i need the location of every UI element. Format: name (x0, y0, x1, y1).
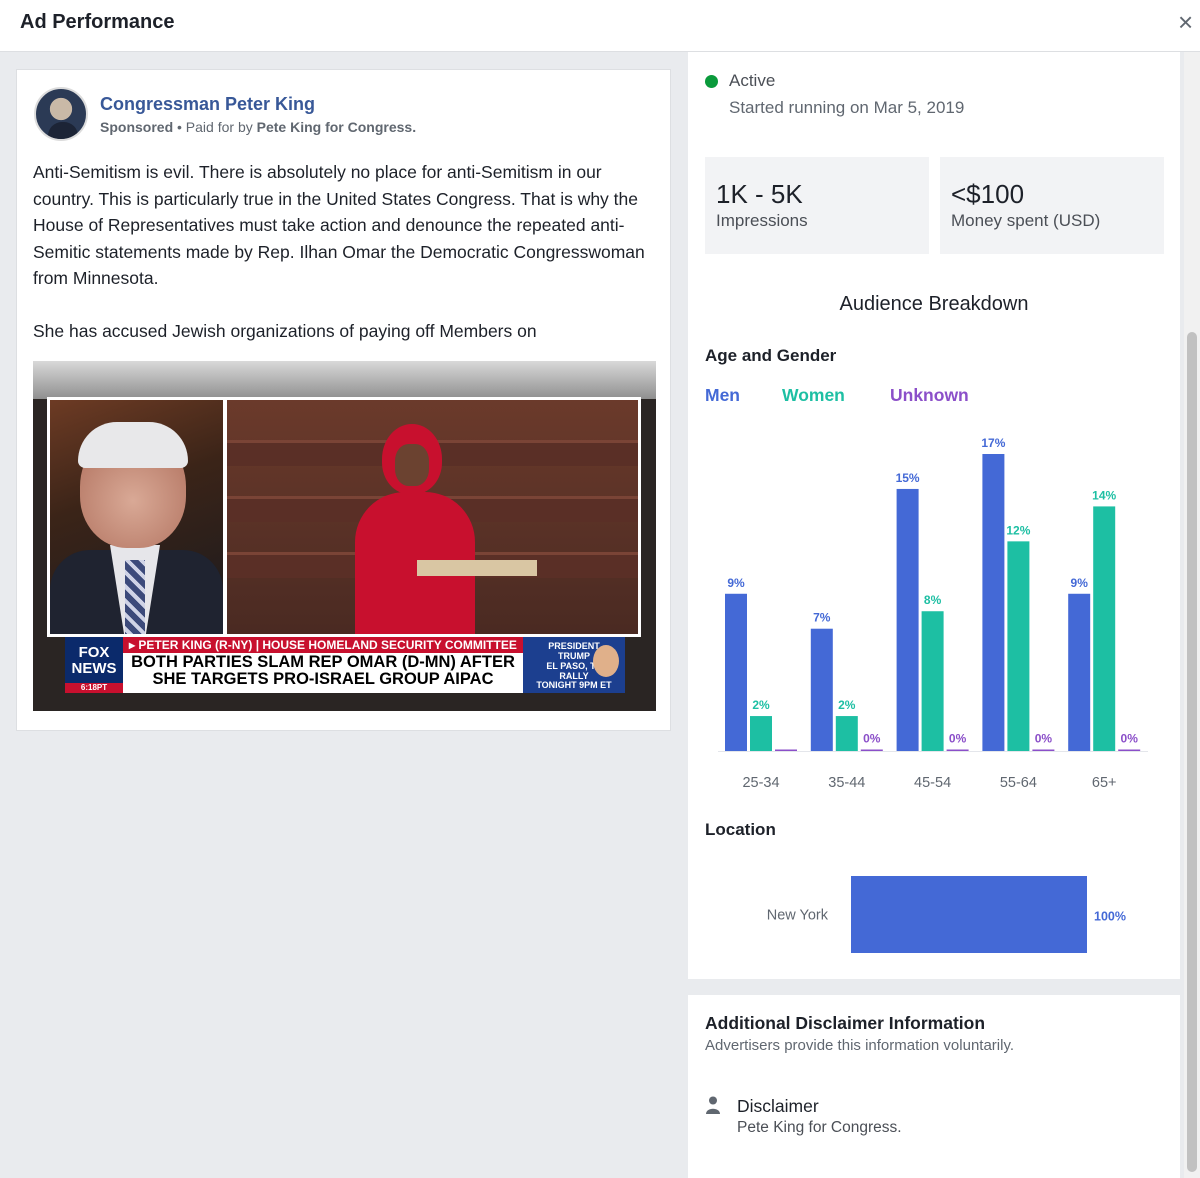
logo-line: FOX (78, 644, 110, 661)
scrollbar-thumb[interactable] (1187, 332, 1197, 1172)
bar-value-label: 8% (924, 593, 942, 607)
bar-value-label: 9% (1071, 576, 1089, 590)
promo-face (593, 645, 619, 677)
impressions-value: 1K - 5K (716, 179, 803, 209)
x-tick-label: 65+ (1092, 775, 1117, 791)
ad-preview-card: Congressman Peter King Sponsored • Paid … (16, 69, 671, 731)
bar-value-label: 0% (863, 732, 881, 746)
bar-men-45-54 (896, 488, 919, 751)
fox-news-logo: FOX NEWS 6:18PT (65, 637, 123, 693)
bar-men-65+ (1068, 593, 1091, 751)
bar-value-label: 0% (949, 732, 967, 746)
ad-paragraph: Anti-Semitism is evil. There is absolute… (33, 162, 645, 288)
bar-value-label: 2% (838, 698, 856, 712)
start-date: Started running on Mar 5, 2019 (729, 98, 965, 117)
bar-unknown-35-44 (860, 749, 883, 751)
modal-header: Ad Performance × (0, 0, 1200, 52)
avatar[interactable] (34, 87, 88, 141)
bar-men-25-34 (725, 593, 747, 751)
bar-unknown-25-34 (775, 749, 797, 751)
status-label: Active (729, 71, 776, 90)
video-figure-tie (125, 560, 145, 634)
age-gender-chart: 9% 2% 25-34 7% 2% 0% 35-44 15% 8% 0% 45-54 17% 12% 0%… (688, 420, 1180, 800)
impressions-card: 1K - 5K Impressions (705, 157, 929, 254)
scrollbar[interactable] (1184, 52, 1200, 1178)
video-headline: BOTH PARTIES SLAM REP OMAR (D-MN) AFTER … (131, 653, 515, 688)
location-bar (851, 876, 1087, 953)
logo-time: 6:18PT (65, 683, 123, 693)
bar-value-label: 15% (896, 471, 920, 485)
location-value-label: 100% (1094, 910, 1126, 924)
bar-value-label: 0% (1035, 732, 1053, 746)
legend-women[interactable]: Women (782, 385, 845, 406)
spend-label: Money spent (USD) (951, 211, 1101, 230)
promo-time: TONIGHT 9PM ET (536, 680, 612, 690)
bar-women-25-34 (750, 716, 772, 751)
page-name-link[interactable]: Congressman Peter King (100, 94, 315, 115)
bar-value-label: 2% (752, 698, 770, 712)
bar-women-45-54 (921, 611, 944, 751)
location-title: Location (705, 820, 776, 839)
status-dot-icon (705, 75, 718, 88)
video-ceiling (33, 361, 656, 399)
ad-video-thumbnail[interactable]: FOX NEWS 6:18PT ▸ PETER KING (R-NY) | HO… (33, 361, 656, 711)
close-icon[interactable]: × (1178, 8, 1200, 36)
bar-value-label: 12% (1006, 523, 1030, 537)
ad-paragraph: She has accused Jewish organizations of … (33, 320, 537, 341)
bar-value-label: 7% (813, 611, 831, 625)
bar-unknown-55-64 (1032, 749, 1055, 751)
video-name-bar: ▸ PETER KING (R-NY) | HOUSE HOMELAND SEC… (123, 637, 523, 653)
x-tick-label: 25-34 (742, 775, 779, 791)
legend-men[interactable]: Men (705, 385, 740, 406)
video-promo-box: PRESIDENT TRUMP EL PASO, TX RALLY TONIGH… (523, 637, 625, 693)
location-label: New York (767, 908, 829, 924)
video-figure-hair (78, 422, 188, 468)
legend-unknown[interactable]: Unknown (890, 385, 969, 406)
ad-body-text: Anti-Semitism is evil. There is absolute… (33, 159, 658, 344)
spend-card: <$100 Money spent (USD) (940, 157, 1164, 254)
sponsored-label: Sponsored (100, 119, 174, 135)
modal-title: Ad Performance (20, 11, 175, 33)
spend-value: <$100 (951, 179, 1025, 209)
bar-men-35-44 (810, 628, 833, 751)
bar-value-label: 9% (727, 576, 745, 590)
sponsored-line: Sponsored • Paid for by Pete King for Co… (100, 119, 416, 135)
person-icon (706, 1096, 720, 1114)
x-tick-label: 45-54 (914, 775, 951, 791)
paid-by-prefix: • Paid for by (173, 119, 257, 135)
bar-unknown-65+ (1118, 749, 1141, 751)
video-podium (417, 560, 537, 576)
age-gender-title: Age and Gender (705, 346, 837, 365)
location-chart-svg: New York 100% (767, 876, 1126, 953)
x-tick-label: 35-44 (828, 775, 865, 791)
location-chart: New York 100% (688, 860, 1180, 970)
bar-value-label: 17% (981, 436, 1005, 450)
bar-women-35-44 (835, 716, 858, 751)
paid-by-name: Pete King for Congress. (256, 119, 417, 135)
logo-line: NEWS (71, 660, 117, 677)
impressions-label: Impressions (716, 211, 808, 230)
video-figure-face (395, 444, 429, 486)
bar-value-label: 0% (1121, 732, 1139, 746)
disclaimer-label: Disclaimer (737, 1096, 819, 1116)
bar-unknown-45-54 (946, 749, 969, 751)
x-tick-label: 55-64 (1000, 775, 1037, 791)
video-left-pane (50, 400, 223, 634)
bar-value-label: 14% (1092, 488, 1116, 502)
disclaimer-subtitle: Advertisers provide this information vol… (705, 1037, 1015, 1054)
bar-women-65+ (1093, 506, 1116, 751)
bar-men-55-64 (982, 454, 1005, 751)
disclaimer-value: Pete King for Congress. (737, 1119, 902, 1136)
age-gender-chart-svg: 9% 2% 25-34 7% 2% 0% 35-44 15% 8% 0% 45-54 17% 12% 0%… (718, 436, 1148, 791)
disclaimer-title: Additional Disclaimer Information (705, 1013, 986, 1033)
audience-breakdown-title: Audience Breakdown (839, 293, 1029, 315)
bar-women-55-64 (1007, 541, 1030, 751)
video-right-pane (227, 400, 638, 634)
